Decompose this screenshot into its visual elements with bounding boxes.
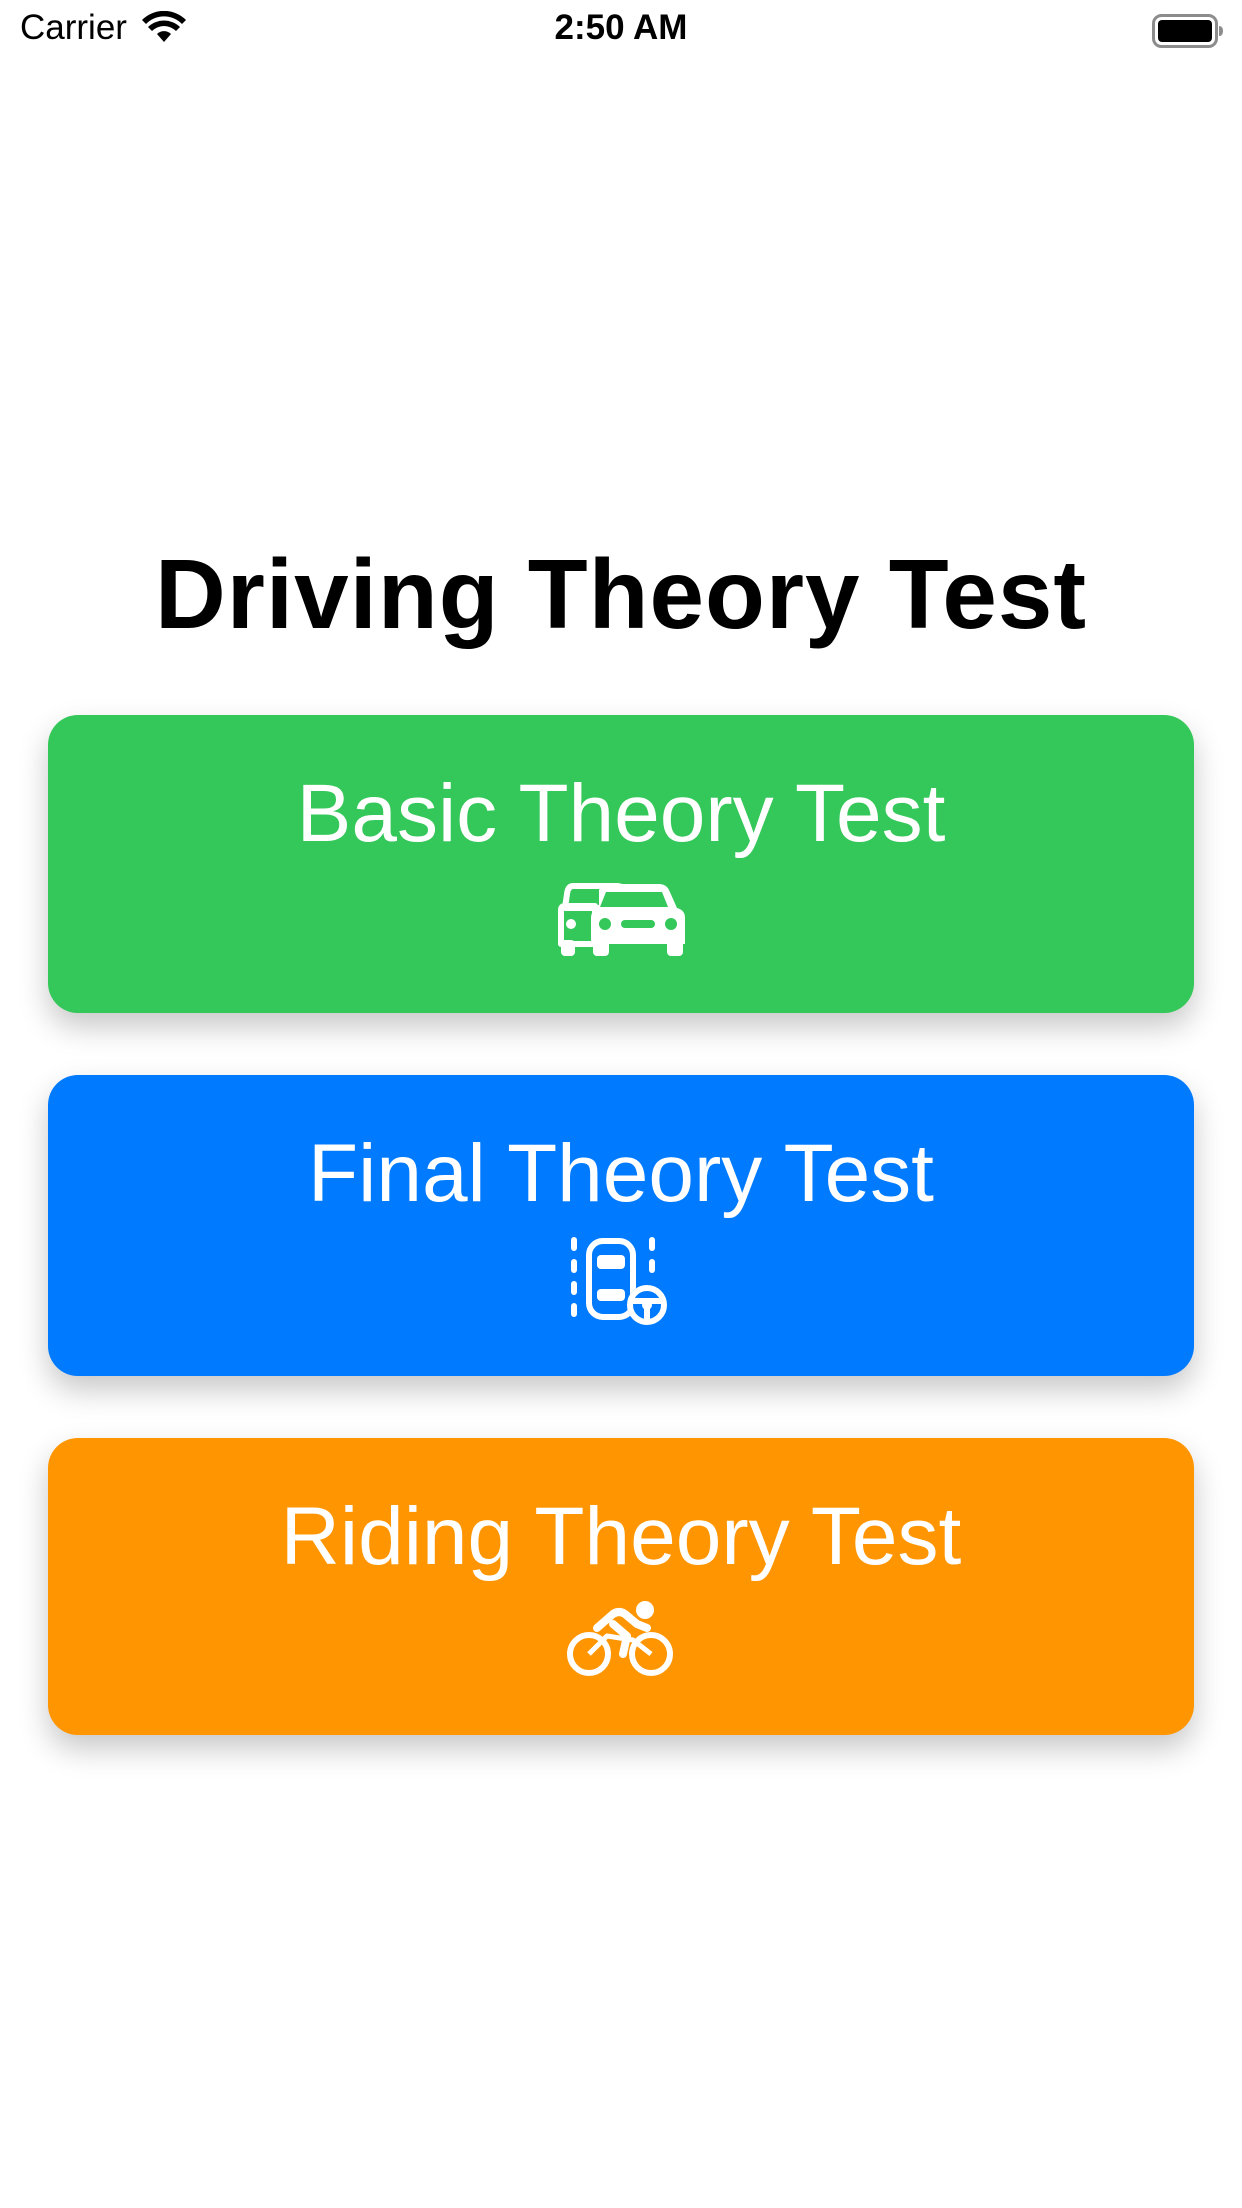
basic-theory-test-label: Basic Theory Test — [296, 768, 946, 859]
riding-theory-test-button[interactable]: Riding Theory Test — [48, 1438, 1194, 1735]
riding-theory-test-label: Riding Theory Test — [280, 1491, 962, 1582]
status-time: 2:50 AM — [554, 8, 688, 47]
final-theory-test-button[interactable]: Final Theory Test — [48, 1075, 1194, 1376]
status-bar: Carrier 2:50 AM — [0, 0, 1242, 60]
basic-theory-test-button[interactable]: Basic Theory Test — [48, 715, 1194, 1013]
cars-icon — [558, 883, 685, 956]
page-title: Driving Theory Test — [154, 539, 1087, 649]
bicycle-rider-icon — [567, 1601, 673, 1676]
final-theory-test-label: Final Theory Test — [308, 1128, 934, 1219]
battery-icon — [1152, 14, 1223, 48]
car-lane-steering-icon — [571, 1237, 667, 1325]
